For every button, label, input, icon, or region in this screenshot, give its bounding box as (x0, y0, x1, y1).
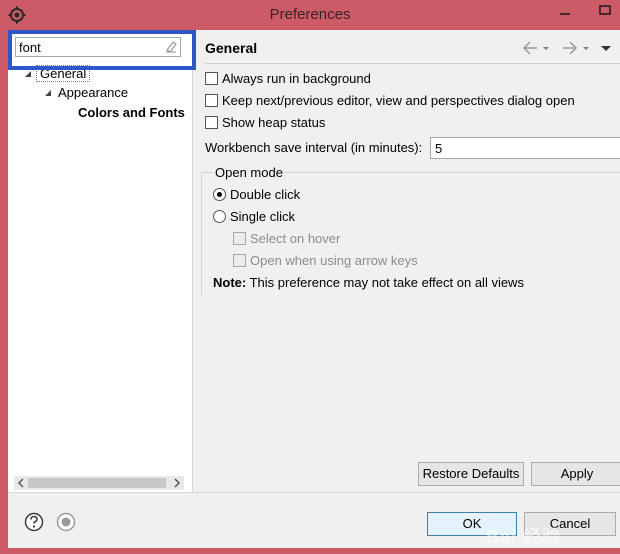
option-label: Show heap status (222, 115, 326, 130)
page-title: General (205, 40, 258, 56)
option-keep-next-previous[interactable]: Keep next/previous editor, view and pers… (205, 92, 575, 110)
back-arrow-icon[interactable] (521, 40, 539, 56)
radio-label: Double click (230, 187, 301, 202)
tree-item-colors-and-fonts[interactable]: Colors and Fonts (78, 105, 185, 120)
apply-button[interactable]: Apply (531, 462, 620, 486)
radio-single-click[interactable]: Single click (213, 208, 295, 226)
forward-dropdown-icon[interactable] (581, 40, 591, 56)
option-label: Open when using arrow keys (250, 253, 418, 268)
title-bar: Preferences (0, 0, 620, 30)
restore-defaults-button[interactable]: Restore Defaults (418, 462, 524, 486)
option-always-run-background[interactable]: Always run in background (205, 70, 371, 88)
option-select-on-hover: Select on hover (233, 230, 340, 248)
horizontal-scrollbar[interactable] (14, 476, 184, 490)
tree-expand-icon[interactable] (24, 70, 32, 78)
header-separator (205, 63, 620, 64)
filter-highlight-box (8, 30, 196, 70)
option-label: Keep next/previous editor, view and pers… (222, 93, 575, 108)
checkbox (233, 254, 246, 267)
minimize-icon[interactable] (550, 0, 580, 22)
checkbox[interactable] (205, 72, 218, 85)
checkbox (233, 232, 246, 245)
ok-button[interactable]: OK (427, 512, 517, 536)
scrollbar-thumb[interactable] (28, 478, 166, 488)
scroll-left-icon[interactable] (15, 476, 27, 490)
save-interval-input[interactable] (430, 137, 620, 159)
preference-tree-panel: General Appearance Colors and Fonts (8, 30, 193, 492)
maximize-icon[interactable] (590, 0, 620, 22)
checkbox[interactable] (205, 94, 218, 107)
radio-double-click[interactable]: Double click (213, 186, 300, 204)
tree-expand-icon[interactable] (44, 89, 52, 97)
option-open-arrow-keys: Open when using arrow keys (233, 252, 418, 270)
record-macro-icon[interactable] (56, 512, 76, 532)
preference-page: General Always run in background Keep ne… (193, 30, 620, 492)
radio-button[interactable] (213, 188, 226, 201)
note-label: Note: (213, 275, 247, 290)
forward-arrow-icon[interactable] (561, 40, 579, 56)
dialog-body: General Appearance Colors and Fonts Gene… (8, 30, 620, 548)
radio-label: Single click (230, 209, 296, 224)
cancel-button[interactable]: Cancel (524, 512, 616, 536)
checkbox[interactable] (205, 116, 218, 129)
open-mode-group-label: Open mode (213, 165, 285, 180)
option-label: Always run in background (222, 71, 371, 86)
radio-button[interactable] (213, 210, 226, 223)
note-text: This preference may not take effect on a… (249, 275, 524, 290)
open-mode-note: Note: This preference may not take effec… (213, 274, 524, 292)
scroll-right-icon[interactable] (171, 476, 183, 490)
option-label: Select on hover (250, 231, 341, 246)
help-icon[interactable] (24, 512, 44, 532)
view-menu-icon[interactable] (599, 40, 613, 56)
tree-item-appearance[interactable]: Appearance (58, 85, 128, 100)
window-title: Preferences (269, 6, 351, 23)
back-dropdown-icon[interactable] (541, 40, 551, 56)
save-interval-label: Workbench save interval (in minutes): (205, 140, 423, 155)
option-show-heap-status[interactable]: Show heap status (205, 114, 325, 132)
footer-separator (8, 492, 620, 493)
